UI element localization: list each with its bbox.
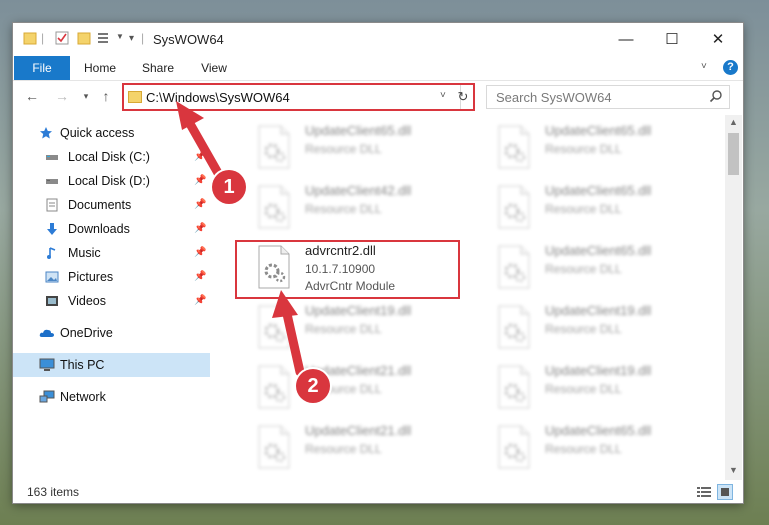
- annotation-arrows: [176, 101, 305, 377]
- callout-badge-1: 1: [212, 170, 246, 204]
- callout-badge-2: 2: [296, 369, 330, 403]
